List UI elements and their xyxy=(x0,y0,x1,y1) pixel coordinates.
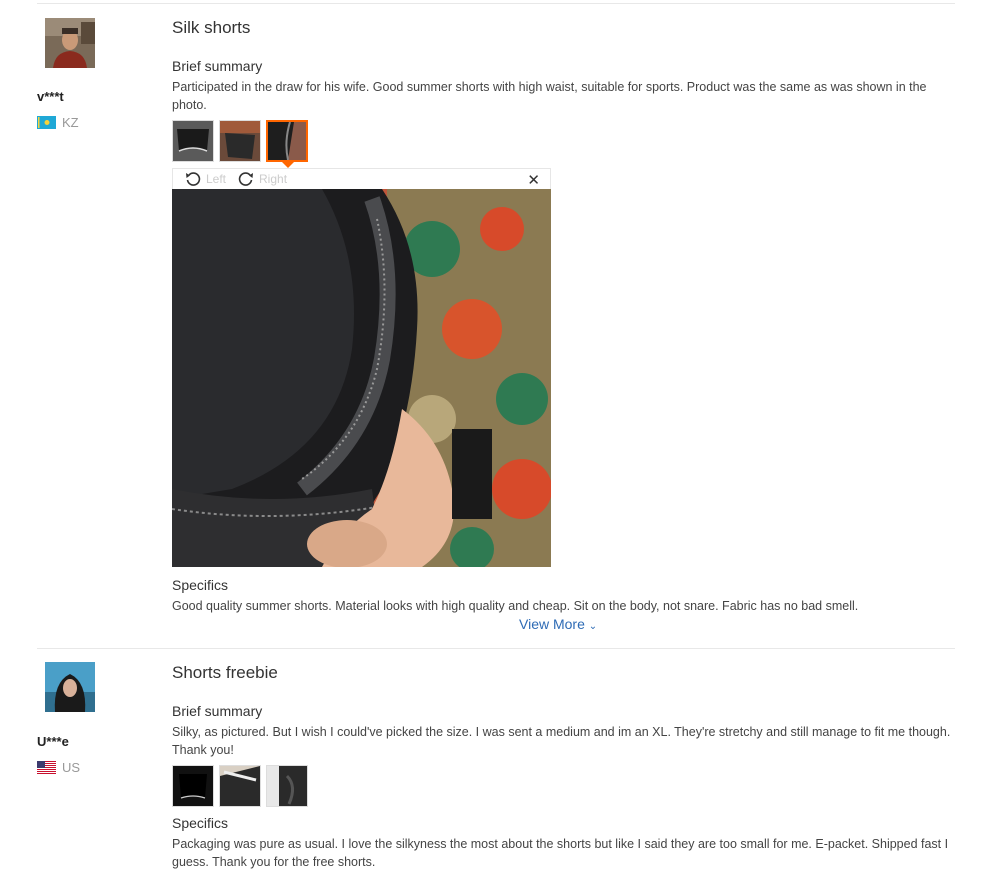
top-divider xyxy=(37,3,955,4)
chevron-down-icon: ⌄ xyxy=(588,621,598,632)
photo-thumbnail[interactable] xyxy=(172,120,214,162)
specifics-heading: Specifics xyxy=(172,577,229,593)
photo-thumbnail[interactable] xyxy=(266,765,308,807)
country-label: US xyxy=(37,760,80,775)
rotate-right-button[interactable]: Right xyxy=(238,171,287,187)
photo-thumbnail[interactable] xyxy=(219,120,261,162)
username: v***t xyxy=(37,89,64,104)
review-divider xyxy=(37,648,955,649)
kz-flag-icon xyxy=(37,116,56,129)
photo-thumbnail-selected[interactable] xyxy=(266,120,308,162)
view-more-label: View More xyxy=(519,616,585,632)
country-code: US xyxy=(62,760,81,775)
brief-summary-heading: Brief summary xyxy=(172,58,263,74)
specifics-text: Packaging was pure as usual. I love the … xyxy=(172,837,949,869)
enlarged-photo xyxy=(172,189,551,567)
specifics-text: Good quality summer shorts. Material loo… xyxy=(172,599,859,613)
country-code: KZ xyxy=(62,115,79,130)
brief-summary-text: Participated in the draw for his wife. G… xyxy=(172,80,927,112)
rotate-left-button[interactable]: Left xyxy=(185,171,226,187)
rotate-right-label: Right xyxy=(259,172,288,186)
photo-thumbnails xyxy=(172,120,308,162)
rotate-left-icon xyxy=(185,171,201,187)
close-icon[interactable]: ✕ xyxy=(527,171,540,189)
photo-thumbnail[interactable] xyxy=(219,765,261,807)
avatar xyxy=(45,18,95,68)
brief-summary-text: Silky, as pictured. But I wish I could'v… xyxy=(172,725,951,757)
specifics-heading: Specifics xyxy=(172,815,229,831)
review-title: Shorts freebie xyxy=(172,663,278,682)
photo-thumbnail[interactable] xyxy=(172,765,214,807)
brief-summary-heading: Brief summary xyxy=(172,703,263,719)
review-title: Silk shorts xyxy=(172,18,251,37)
image-viewer: Left Right ✕ xyxy=(172,162,551,567)
rotate-left-label: Left xyxy=(206,172,227,186)
viewer-toolbar: Left Right ✕ xyxy=(172,168,551,189)
country-label: KZ xyxy=(37,115,79,130)
avatar xyxy=(45,662,95,712)
username: U***e xyxy=(37,734,69,749)
view-more-link[interactable]: View More ⌄ xyxy=(519,616,597,632)
photo-thumbnails xyxy=(172,765,308,807)
rotate-right-icon xyxy=(238,171,254,187)
us-flag-icon xyxy=(37,761,56,774)
